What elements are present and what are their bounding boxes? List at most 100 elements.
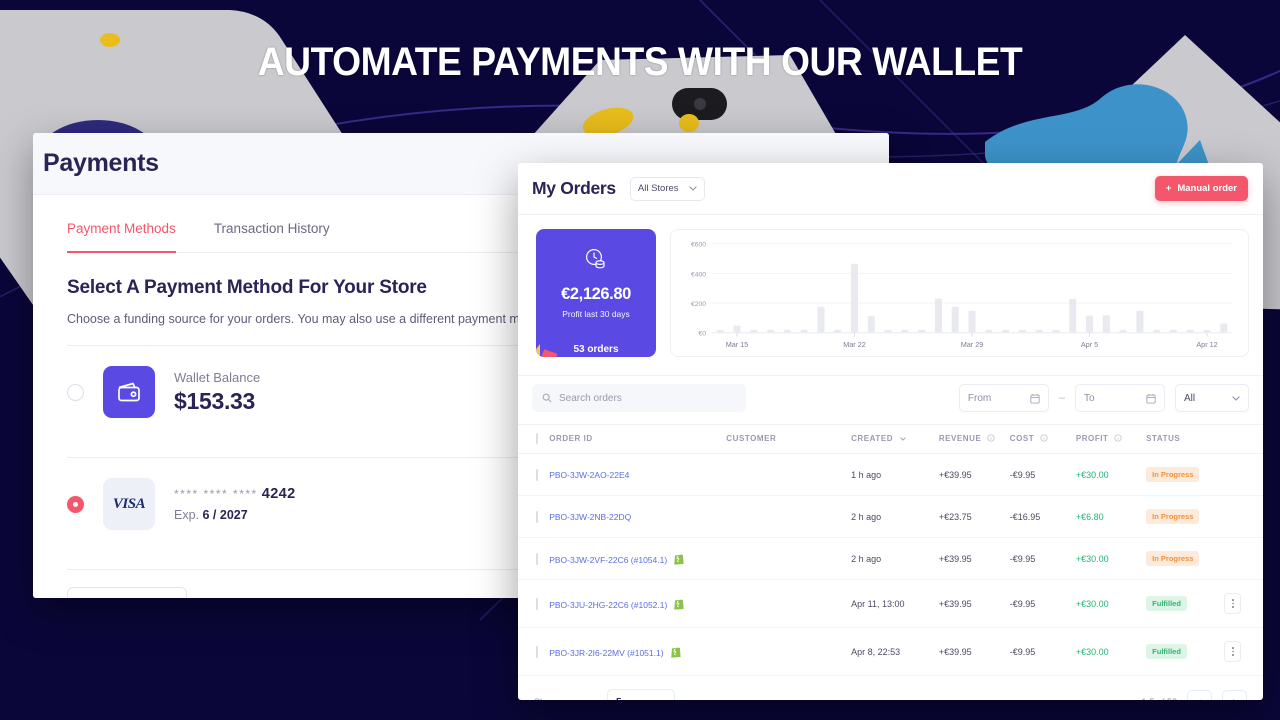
svg-text:€400: €400 [691, 271, 706, 278]
date-from-input[interactable]: From [958, 384, 1049, 412]
column-order-id[interactable]: ORDER ID [549, 424, 727, 454]
cell-profit: +€6.80 [1075, 495, 1147, 538]
add-card-button[interactable]: + Add Card [67, 587, 188, 598]
order-id-link[interactable]: PBO-3JU-2HG-22C6 (#1052.1) [549, 600, 667, 610]
svg-text:Apr 5: Apr 5 [1081, 340, 1098, 349]
column-status[interactable]: STATUS [1146, 424, 1225, 454]
cell-status: Fulfilled [1146, 579, 1225, 628]
profit-card: €2,126.80 Profit last 30 days 53 orders [536, 229, 656, 357]
cell-revenue: +€39.95 [938, 537, 1010, 580]
cell-created: 2 h ago [851, 537, 939, 580]
cell-revenue: +€23.75 [938, 495, 1010, 538]
date-to-input[interactable]: To [1075, 384, 1165, 412]
manual-order-button[interactable]: + Manual order [1154, 176, 1248, 201]
visa-wordmark: VISA [112, 495, 146, 512]
tab-payment-methods[interactable]: Payment Methods [67, 221, 176, 253]
card-last4: 4242 [261, 486, 296, 502]
column-customer[interactable]: CUSTOMER [726, 424, 852, 454]
cell-revenue: +€39.95 [938, 627, 1010, 676]
cell-created: 2 h ago [851, 495, 939, 538]
row-checkbox[interactable] [536, 510, 538, 523]
show-per-page-label: Show per page: [534, 697, 597, 700]
chart-svg: €0 €200 €400 €600 Mar 15 Mar 22 Mar 29 Apr 5 Apr… [691, 242, 1233, 349]
status-badge: Fulfilled [1146, 596, 1187, 611]
table-row[interactable]: PBO-3JW-2VF-22C6 (#1054.1) 2 h ago +€39.95… [518, 537, 1263, 580]
orders-filters: Search orders From – To All [518, 375, 1263, 424]
select-all-checkbox[interactable] [536, 433, 538, 444]
order-id-link[interactable]: PBO-3JR-2I6-22MV (#1051.1) [549, 648, 663, 658]
next-page-button[interactable]: › [1222, 689, 1247, 700]
pagination-range: 1-5 of 58 [1141, 697, 1177, 700]
table-row[interactable]: PBO-3JW-2AO-22E4 1 h ago +€39.95 -€9.95 +€30… [518, 453, 1263, 496]
row-menu-button[interactable] [1224, 641, 1242, 662]
page-title: AUTOMATE PAYMENTS WITH OUR WALLET [257, 40, 1023, 84]
cell-cost: -€16.95 [1009, 495, 1076, 538]
manual-order-label: Manual order [1177, 183, 1237, 194]
cell-customer [726, 627, 852, 676]
info-icon[interactable] [1040, 434, 1048, 442]
row-checkbox[interactable] [536, 552, 538, 565]
cell-actions [1224, 579, 1263, 628]
cell-order-id: PBO-3JW-2VF-22C6 (#1054.1) [549, 537, 727, 580]
row-checkbox[interactable] [536, 468, 538, 481]
table-row[interactable]: PBO-3JR-2I6-22MV (#1051.1) Apr 8, 22:53 +€… [518, 627, 1263, 676]
search-input[interactable]: Search orders [532, 384, 746, 412]
cell-status: Fulfilled [1146, 627, 1225, 676]
card-number: **** **** **** 4242 [174, 486, 296, 502]
card-expiry-value: 6 / 2027 [202, 508, 248, 522]
decor-corner-red [538, 349, 558, 357]
payments-title: Payments [43, 149, 159, 177]
per-page-select[interactable]: 5 [607, 689, 676, 700]
chevron-down-icon [899, 437, 906, 441]
tab-transaction-history[interactable]: Transaction History [214, 221, 330, 252]
column-created[interactable]: CREATED [851, 424, 939, 454]
cell-cost: -€9.95 [1009, 453, 1076, 496]
column-cost-label: COST [1009, 434, 1035, 443]
order-id-link[interactable]: PBO-3JW-2VF-22C6 (#1054.1) [549, 555, 667, 565]
column-cost[interactable]: COST [1009, 424, 1076, 454]
previous-page-button[interactable]: ‹ [1187, 689, 1212, 700]
column-profit-label: PROFIT [1075, 434, 1109, 443]
status-badge: In Progress [1146, 551, 1200, 566]
status-filter-select[interactable]: All [1175, 384, 1249, 412]
table-row[interactable]: PBO-3JW-2NB-22DQ 2 h ago +€23.75 -€16.95 +€6… [518, 495, 1263, 538]
column-revenue-label: REVENUE [938, 434, 982, 443]
visa-info: **** **** **** 4242 Exp. 6 / 2027 [174, 486, 296, 522]
revenue-bar-chart: €0 €200 €400 €600 Mar 15 Mar 22 Mar 29 Apr 5 Apr… [670, 229, 1249, 357]
wallet-amount: $153.33 [174, 387, 256, 414]
wallet-label: Wallet Balance [174, 369, 261, 385]
row-select-cell [518, 495, 550, 538]
orders-title: My Orders [532, 178, 616, 198]
cell-profit: +€30.00 [1075, 627, 1147, 676]
table-row[interactable]: PBO-3JU-2HG-22C6 (#1052.1) Apr 11, 13:00 +… [518, 579, 1263, 628]
visa-logo: VISA [103, 478, 155, 530]
cell-actions [1224, 495, 1263, 538]
date-to-placeholder: To [1084, 392, 1095, 404]
cell-order-id: PBO-3JW-2NB-22DQ [549, 495, 727, 538]
cell-profit: +€30.00 [1075, 453, 1147, 496]
row-checkbox[interactable] [536, 597, 538, 610]
row-select-cell [518, 579, 550, 628]
info-icon[interactable] [987, 434, 995, 442]
order-id-link[interactable]: PBO-3JW-2NB-22DQ [549, 512, 631, 522]
info-icon[interactable] [1114, 434, 1122, 442]
cell-customer [726, 537, 852, 580]
store-filter-select[interactable]: All Stores [629, 176, 705, 201]
order-id-link[interactable]: PBO-3JW-2AO-22E4 [549, 470, 629, 480]
column-profit[interactable]: PROFIT [1075, 424, 1147, 454]
row-menu-button[interactable] [1224, 593, 1242, 614]
radio-wallet[interactable] [67, 383, 84, 401]
card-expiry: Exp. 6 / 2027 [174, 508, 296, 522]
status-badge: In Progress [1146, 467, 1200, 482]
cell-revenue: +€39.95 [938, 579, 1010, 628]
radio-visa[interactable] [67, 495, 84, 513]
plus-icon: + [1165, 183, 1172, 194]
orders-table-body: PBO-3JW-2AO-22E4 1 h ago +€39.95 -€9.95 +€30… [518, 453, 1263, 676]
svg-text:Mar 22: Mar 22 [843, 340, 866, 349]
calendar-icon [1030, 393, 1040, 404]
column-revenue[interactable]: REVENUE [938, 424, 1010, 454]
orders-window: My Orders All Stores + Manual order €2,1… [518, 163, 1263, 700]
shopify-icon [673, 553, 684, 565]
row-checkbox[interactable] [536, 645, 538, 658]
orders-stats: €2,126.80 Profit last 30 days 53 orders … [518, 215, 1263, 375]
